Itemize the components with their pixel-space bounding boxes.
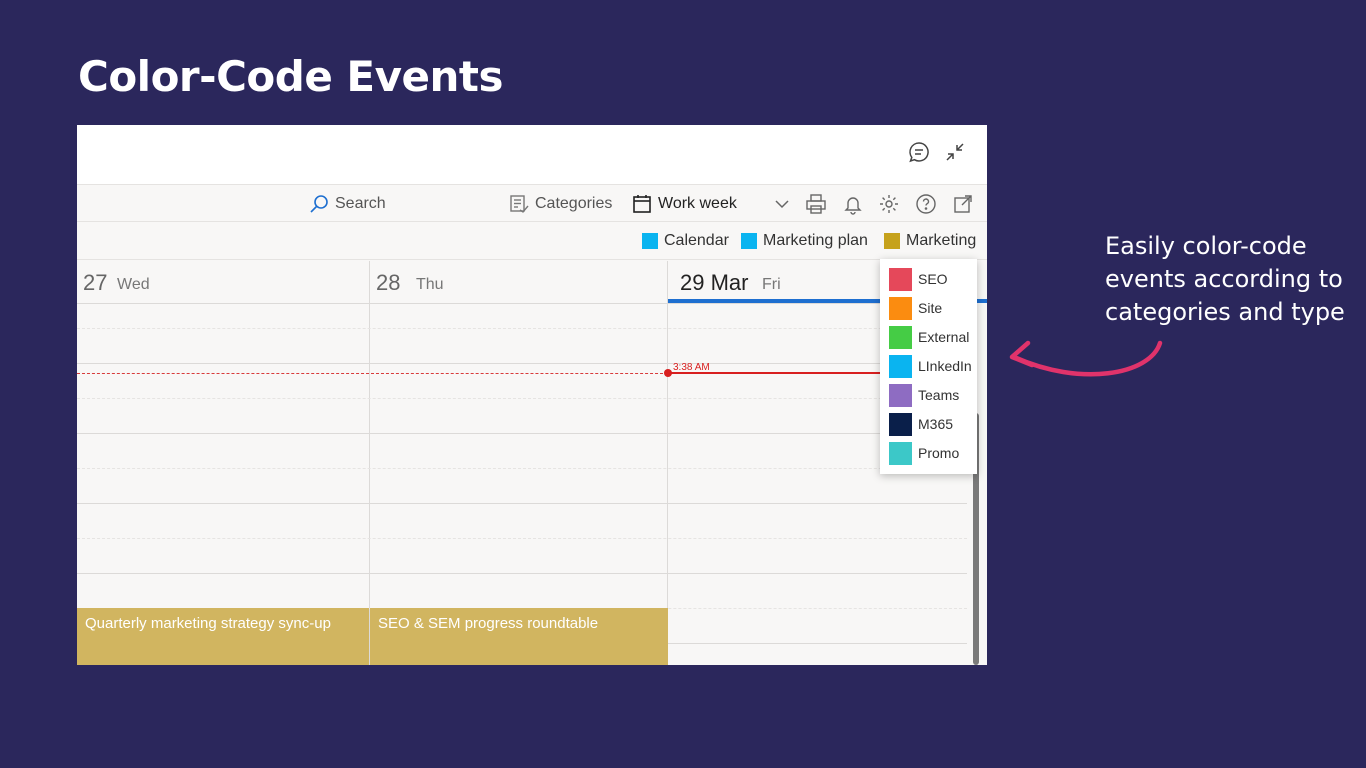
category-item-external[interactable]: External bbox=[889, 325, 969, 349]
legend-item-marketing[interactable]: Marketing bbox=[884, 232, 976, 250]
category-label: M365 bbox=[918, 416, 954, 432]
bell-icon[interactable] bbox=[842, 193, 864, 215]
calendar-panel: Search Categories Work week Calendar Mar… bbox=[77, 125, 987, 665]
event-title: Quarterly marketing strategy sync-up bbox=[85, 615, 331, 632]
category-swatch bbox=[889, 325, 912, 349]
chevron-down-icon[interactable] bbox=[771, 193, 793, 215]
legend-label: Marketing bbox=[906, 232, 977, 249]
categories-button[interactable]: Categories bbox=[509, 194, 612, 214]
day-name: Wed bbox=[117, 276, 150, 293]
day-name: Fri bbox=[762, 276, 781, 293]
day-number: 29 Mar bbox=[680, 270, 749, 295]
category-item-teams[interactable]: Teams bbox=[889, 383, 959, 407]
categories-icon bbox=[510, 195, 529, 213]
day-header-thu[interactable]: 28 Thu bbox=[370, 261, 668, 303]
search-button[interactable]: Search bbox=[309, 194, 386, 214]
hour-line bbox=[77, 433, 967, 434]
legend-label: Marketing plan bbox=[763, 232, 868, 249]
category-item-m365[interactable]: M365 bbox=[889, 412, 953, 436]
view-label: Work week bbox=[658, 195, 737, 212]
search-label: Search bbox=[335, 195, 386, 212]
category-swatch bbox=[889, 354, 912, 378]
collapse-icon[interactable] bbox=[943, 140, 967, 164]
half-hour-line bbox=[77, 328, 967, 329]
print-icon[interactable] bbox=[805, 193, 827, 215]
search-icon bbox=[310, 195, 328, 213]
day-name: Thu bbox=[416, 276, 444, 293]
category-label: Site bbox=[918, 300, 943, 316]
event-card[interactable]: SEO & SEM progress roundtable bbox=[370, 608, 668, 665]
category-label: Promo bbox=[918, 445, 960, 461]
current-time-line-past bbox=[77, 373, 668, 374]
categories-label: Categories bbox=[535, 195, 613, 212]
current-time-dot bbox=[664, 369, 672, 377]
day-number: 28 bbox=[376, 270, 401, 295]
category-swatch bbox=[889, 383, 912, 407]
gear-icon[interactable] bbox=[878, 193, 900, 215]
legend-label: Calendar bbox=[664, 232, 729, 249]
category-item-site[interactable]: Site bbox=[889, 296, 942, 320]
view-selector[interactable]: Work week bbox=[632, 194, 737, 214]
curved-arrow-icon bbox=[1009, 340, 1163, 377]
slide-title: Color-Code Events bbox=[78, 52, 503, 101]
category-label: Teams bbox=[918, 387, 960, 403]
category-item-linkedin[interactable]: LInkedIn bbox=[889, 354, 972, 378]
hour-line bbox=[77, 573, 967, 574]
callout-text: Easily color-code events according to ca… bbox=[1105, 232, 1345, 326]
half-hour-line bbox=[77, 398, 967, 399]
hour-line bbox=[77, 503, 967, 504]
event-title: SEO & SEM progress roundtable bbox=[378, 615, 599, 632]
category-item-seo[interactable]: SEO bbox=[889, 267, 948, 291]
chat-icon[interactable] bbox=[907, 140, 931, 164]
legend-item-marketing-plan[interactable]: Marketing plan bbox=[741, 232, 868, 250]
category-dropdown: SEO Site External LInkedIn Teams M365 Pr… bbox=[880, 259, 977, 474]
half-hour-line bbox=[77, 468, 967, 469]
category-legend: Calendar Marketing plan Marketing bbox=[77, 223, 987, 260]
event-card[interactable]: Quarterly marketing strategy sync-up bbox=[77, 608, 369, 665]
half-hour-line bbox=[77, 538, 967, 539]
calendar-toolbar: Search Categories Work week bbox=[77, 186, 987, 222]
category-label: SEO bbox=[918, 271, 948, 287]
legend-swatch bbox=[642, 233, 658, 249]
calendar-grid[interactable]: 3:38 AM Quarterly marketing strategy syn… bbox=[77, 303, 967, 665]
category-label: External bbox=[918, 329, 970, 345]
category-item-promo[interactable]: Promo bbox=[889, 441, 959, 465]
day-number: 27 bbox=[83, 270, 108, 295]
category-swatch bbox=[889, 441, 912, 465]
category-swatch bbox=[889, 412, 912, 436]
current-time-label: 3:38 AM bbox=[673, 362, 710, 373]
legend-swatch bbox=[741, 233, 757, 249]
category-swatch bbox=[889, 296, 912, 320]
category-label: LInkedIn bbox=[918, 358, 972, 374]
legend-item-calendar[interactable]: Calendar bbox=[642, 232, 729, 250]
calendar-icon bbox=[633, 195, 651, 213]
hour-line bbox=[77, 363, 967, 364]
popout-icon[interactable] bbox=[952, 193, 974, 215]
panel-top-bar bbox=[77, 125, 987, 185]
legend-swatch bbox=[884, 233, 900, 249]
category-swatch bbox=[889, 267, 912, 291]
day-header-wed[interactable]: 27 Wed bbox=[77, 261, 370, 303]
help-icon[interactable] bbox=[915, 193, 937, 215]
